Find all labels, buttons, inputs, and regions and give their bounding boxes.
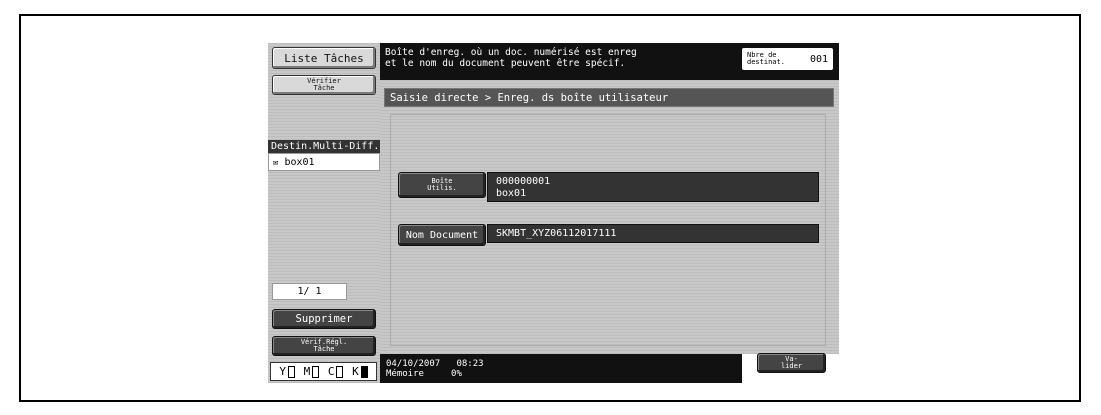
destination-counter-value: 001 bbox=[809, 53, 828, 65]
page-indicator: 1/ 1 bbox=[272, 283, 347, 300]
message-text: Boîte d'enreg. où un doc. numérisé est e… bbox=[385, 47, 637, 69]
toner-bar-icon bbox=[287, 365, 295, 378]
toner-black: K bbox=[352, 365, 368, 378]
user-box-button[interactable]: Boîte Utilis. bbox=[398, 172, 486, 198]
delete-button[interactable]: Supprimer bbox=[272, 309, 376, 329]
toner-levels: Y M C K bbox=[270, 362, 377, 381]
memory-value: 0% bbox=[451, 369, 462, 379]
status-bar: 04/10/2007 08:23 Mémoire 0% bbox=[380, 354, 742, 383]
destination-list-title: Destin.Multi-Diff. bbox=[268, 140, 380, 153]
user-box-name: box01 bbox=[496, 188, 527, 199]
toner-bar-icon bbox=[312, 365, 320, 378]
check-job-label: Vérifier Tâche bbox=[307, 77, 341, 92]
destination-counter-label: Nbre de destinat. bbox=[747, 51, 785, 66]
destination-counter: Nbre de destinat. 001 bbox=[742, 48, 833, 70]
status-date: 04/10/2007 bbox=[386, 359, 441, 369]
destination-item-label: box01 bbox=[284, 157, 315, 168]
check-settings-label: Vérif.Régl. Tâche bbox=[300, 338, 348, 353]
document-name-button[interactable]: Nom Document bbox=[398, 224, 486, 246]
job-list-button[interactable]: Liste Tâches bbox=[272, 47, 376, 69]
status-time: 08:23 bbox=[456, 359, 484, 369]
validate-button[interactable]: Va- lider bbox=[757, 353, 826, 373]
document-name-value: SKMBT_XYZ06112017111 bbox=[487, 224, 819, 243]
job-list-label: Liste Tâches bbox=[284, 51, 364, 65]
user-box-value: 000000001 box01 bbox=[487, 172, 819, 202]
breadcrumb: Saisie directe > Enreg. ds boîte utilisa… bbox=[384, 88, 834, 107]
destination-item[interactable]: ✉ box01 bbox=[268, 153, 380, 171]
status-text: 04/10/2007 08:23 Mémoire 0% bbox=[386, 359, 484, 379]
user-box-label: Boîte Utilis. bbox=[427, 177, 457, 192]
message-bar: Boîte d'enreg. où un doc. numérisé est e… bbox=[380, 43, 839, 80]
box-icon: ✉ bbox=[273, 158, 279, 168]
memory-label: Mémoire bbox=[386, 369, 424, 379]
validate-label: Va- lider bbox=[780, 355, 803, 370]
toner-yellow: Y bbox=[279, 365, 295, 378]
toner-cyan: C bbox=[328, 365, 344, 378]
user-box-number: 000000001 bbox=[496, 176, 551, 187]
toner-magenta: M bbox=[304, 365, 320, 378]
toner-bar-icon bbox=[360, 365, 368, 378]
document-name-label: Nom Document bbox=[405, 229, 479, 241]
toner-bar-icon bbox=[336, 365, 344, 378]
check-settings-button[interactable]: Vérif.Régl. Tâche bbox=[272, 336, 376, 356]
delete-label: Supprimer bbox=[295, 313, 353, 325]
check-job-button[interactable]: Vérifier Tâche bbox=[272, 75, 376, 95]
